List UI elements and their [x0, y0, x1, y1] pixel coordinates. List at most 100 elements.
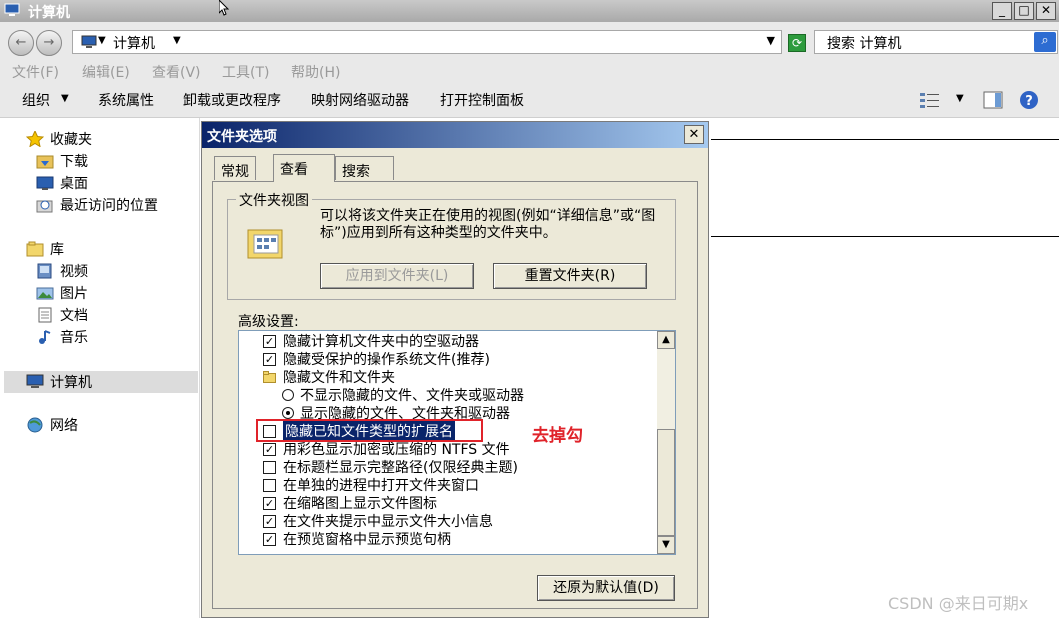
nav-music[interactable]: 音乐 — [36, 327, 88, 347]
search-placeholder: 搜索 计算机 — [827, 36, 902, 52]
menu-view[interactable]: 查看(V) — [152, 62, 201, 82]
setting-row[interactable]: ✓ 隐藏计算机文件夹中的空驱动器 — [239, 332, 479, 350]
open-control-panel-button[interactable]: 打开控制面板 — [440, 90, 524, 110]
folder-view-group: 文件夹视图 可以将该文件夹正在使用的视图(例如“详细信息”或“图标”)应用到所有… — [227, 190, 676, 300]
setting-label: 在文件夹提示中显示文件大小信息 — [283, 514, 493, 530]
menu-bar: 文件(F) 编辑(E) 查看(V) 工具(T) 帮助(H) — [0, 60, 1059, 82]
view-options-icon[interactable] — [919, 91, 941, 109]
nav-documents[interactable]: 文档 — [36, 305, 88, 325]
setting-row[interactable]: ✓ 在预览窗格中显示预览句柄 — [239, 530, 451, 548]
setting-row[interactable]: 在单独的进程中打开文件夹窗口 — [239, 476, 479, 494]
setting-label: 用彩色显示加密或压缩的 NTFS 文件 — [283, 442, 510, 458]
scroll-up-icon[interactable]: ▲ — [657, 331, 675, 349]
chevron-down-icon[interactable]: ▼ — [173, 35, 181, 46]
nav-pictures[interactable]: 图片 — [36, 283, 88, 303]
computer-icon — [81, 35, 97, 48]
radio-selected[interactable] — [282, 407, 294, 419]
reset-folders-button[interactable]: 重置文件夹(R) — [493, 263, 647, 289]
chevron-down-icon[interactable]: ▼ — [61, 93, 69, 104]
setting-label: 隐藏计算机文件夹中的空驱动器 — [283, 334, 479, 350]
search-icon[interactable]: ⌕ — [1034, 32, 1056, 52]
minimize-button[interactable]: _ — [992, 2, 1012, 20]
radio-unselected[interactable] — [282, 389, 294, 401]
mouse-cursor-icon — [219, 0, 230, 16]
nav-videos[interactable]: 视频 — [36, 261, 88, 281]
checkbox-unchecked[interactable] — [263, 460, 276, 474]
checkbox-checked[interactable]: ✓ — [263, 532, 276, 546]
folder-options-dialog: 文件夹选项 ✕ 常规 查看 搜索 文件夹视图 可以将该文件夹正在使用的视图(例如… — [201, 121, 709, 618]
music-library-icon — [39, 330, 51, 344]
setting-label: 隐藏受保护的操作系统文件(推荐) — [283, 352, 490, 368]
menu-tools[interactable]: 工具(T) — [222, 62, 269, 82]
nav-network[interactable]: 网络 — [26, 415, 78, 435]
setting-row[interactable]: ✓ 隐藏受保护的操作系统文件(推荐) — [239, 350, 490, 368]
organize-button[interactable]: 组织 — [22, 90, 50, 110]
setting-label: 在预览窗格中显示预览句柄 — [283, 532, 451, 548]
close-button[interactable]: ✕ — [1036, 2, 1056, 20]
tab-general[interactable]: 常规 — [214, 156, 256, 180]
content-pane — [710, 118, 1059, 618]
nav-library-label: 库 — [50, 242, 64, 258]
back-button[interactable]: ← — [8, 30, 34, 56]
setting-row[interactable]: ✓ 在文件夹提示中显示文件大小信息 — [239, 512, 493, 530]
checkbox-checked[interactable]: ✓ — [263, 352, 276, 366]
nav-pictures-label: 图片 — [60, 286, 88, 302]
nav-recent-places[interactable]: 最近访问的位置 — [36, 195, 158, 215]
nav-desktop-label: 桌面 — [60, 176, 88, 192]
checkbox-checked[interactable]: ✓ — [263, 334, 276, 348]
folder-view-label: 文件夹视图 — [236, 190, 312, 210]
nav-favorites[interactable]: 收藏夹 — [26, 129, 92, 149]
setting-row[interactable]: 在标题栏显示完整路径(仅限经典主题) — [239, 458, 518, 476]
nav-computer[interactable]: 计算机 — [26, 372, 92, 392]
chevron-right-icon: ▼ — [98, 35, 106, 46]
chevron-down-icon[interactable]: ▼ — [956, 93, 964, 104]
search-box[interactable]: 搜索 计算机 ⌕ — [814, 30, 1058, 54]
maximize-button[interactable]: □ — [1014, 2, 1034, 20]
system-properties-button[interactable]: 系统属性 — [98, 90, 154, 110]
checkbox-checked[interactable]: ✓ — [263, 514, 276, 528]
network-icon — [27, 417, 43, 433]
apply-to-folders-button[interactable]: 应用到文件夹(L) — [320, 263, 474, 289]
folder-icon — [263, 371, 276, 383]
advanced-settings-list[interactable]: ✓ 隐藏计算机文件夹中的空驱动器 ✓ 隐藏受保护的操作系统文件(推荐) 隐藏文件和文件夹… — [238, 330, 676, 555]
dialog-title-bar[interactable]: 文件夹选项 ✕ — [202, 122, 708, 148]
refresh-icon[interactable]: ⟳ — [788, 34, 806, 52]
nav-library[interactable]: 库 — [26, 239, 64, 259]
restore-defaults-button[interactable]: 还原为默认值(D) — [537, 575, 675, 601]
checkbox-checked[interactable]: ✓ — [263, 496, 276, 510]
address-dropdown-icon[interactable]: ▼ — [767, 34, 775, 47]
menu-help[interactable]: 帮助(H) — [291, 62, 340, 82]
menu-edit[interactable]: 编辑(E) — [82, 62, 130, 82]
watermark: CSDN @来日可期x — [888, 594, 1029, 613]
settings-scrollbar[interactable]: ▲ ▼ — [657, 331, 675, 554]
title-bar[interactable]: 计算机 _ □ ✕ — [0, 0, 1059, 22]
help-icon[interactable]: ? — [1019, 90, 1039, 110]
scroll-down-icon[interactable]: ▼ — [657, 536, 675, 554]
forward-button[interactable]: → — [36, 30, 62, 56]
navigation-pane: 收藏夹 下载 桌面 最近访问的位置 库 视频 图片 文档 音乐 计算机 网络 — [0, 118, 200, 618]
desktop-icon — [36, 176, 54, 190]
checkbox-unchecked[interactable] — [263, 478, 276, 492]
menu-file[interactable]: 文件(F) — [12, 62, 59, 82]
nav-downloads[interactable]: 下载 — [36, 151, 88, 171]
checkbox-checked[interactable]: ✓ — [263, 442, 276, 456]
address-field[interactable]: ▼ 计算机 ▼ ▼ — [72, 30, 782, 54]
folder-view-description: 可以将该文件夹正在使用的视图(例如“详细信息”或“图标”)应用到所有这种类型的文… — [320, 208, 656, 241]
tab-view[interactable]: 查看 — [273, 154, 335, 182]
video-library-icon — [37, 263, 52, 279]
dialog-close-button[interactable]: ✕ — [684, 125, 704, 144]
setting-label: 不显示隐藏的文件、文件夹或驱动器 — [300, 388, 524, 404]
scroll-thumb[interactable] — [657, 429, 675, 536]
map-network-drive-button[interactable]: 映射网络驱动器 — [311, 90, 409, 110]
setting-row[interactable]: ✓ 在缩略图上显示文件图标 — [239, 494, 437, 512]
tab-search[interactable]: 搜索 — [335, 156, 394, 180]
nav-desktop[interactable]: 桌面 — [36, 173, 88, 193]
setting-row[interactable]: ✓ 用彩色显示加密或压缩的 NTFS 文件 — [239, 440, 510, 458]
setting-row[interactable]: 不显示隐藏的文件、文件夹或驱动器 — [239, 386, 524, 404]
preview-pane-icon[interactable] — [983, 91, 1005, 109]
nav-computer-label: 计算机 — [50, 375, 92, 391]
nav-recent-places-label: 最近访问的位置 — [60, 198, 158, 214]
nav-network-label: 网络 — [50, 418, 78, 434]
library-icon — [26, 241, 44, 257]
uninstall-program-button[interactable]: 卸载或更改程序 — [183, 90, 281, 110]
